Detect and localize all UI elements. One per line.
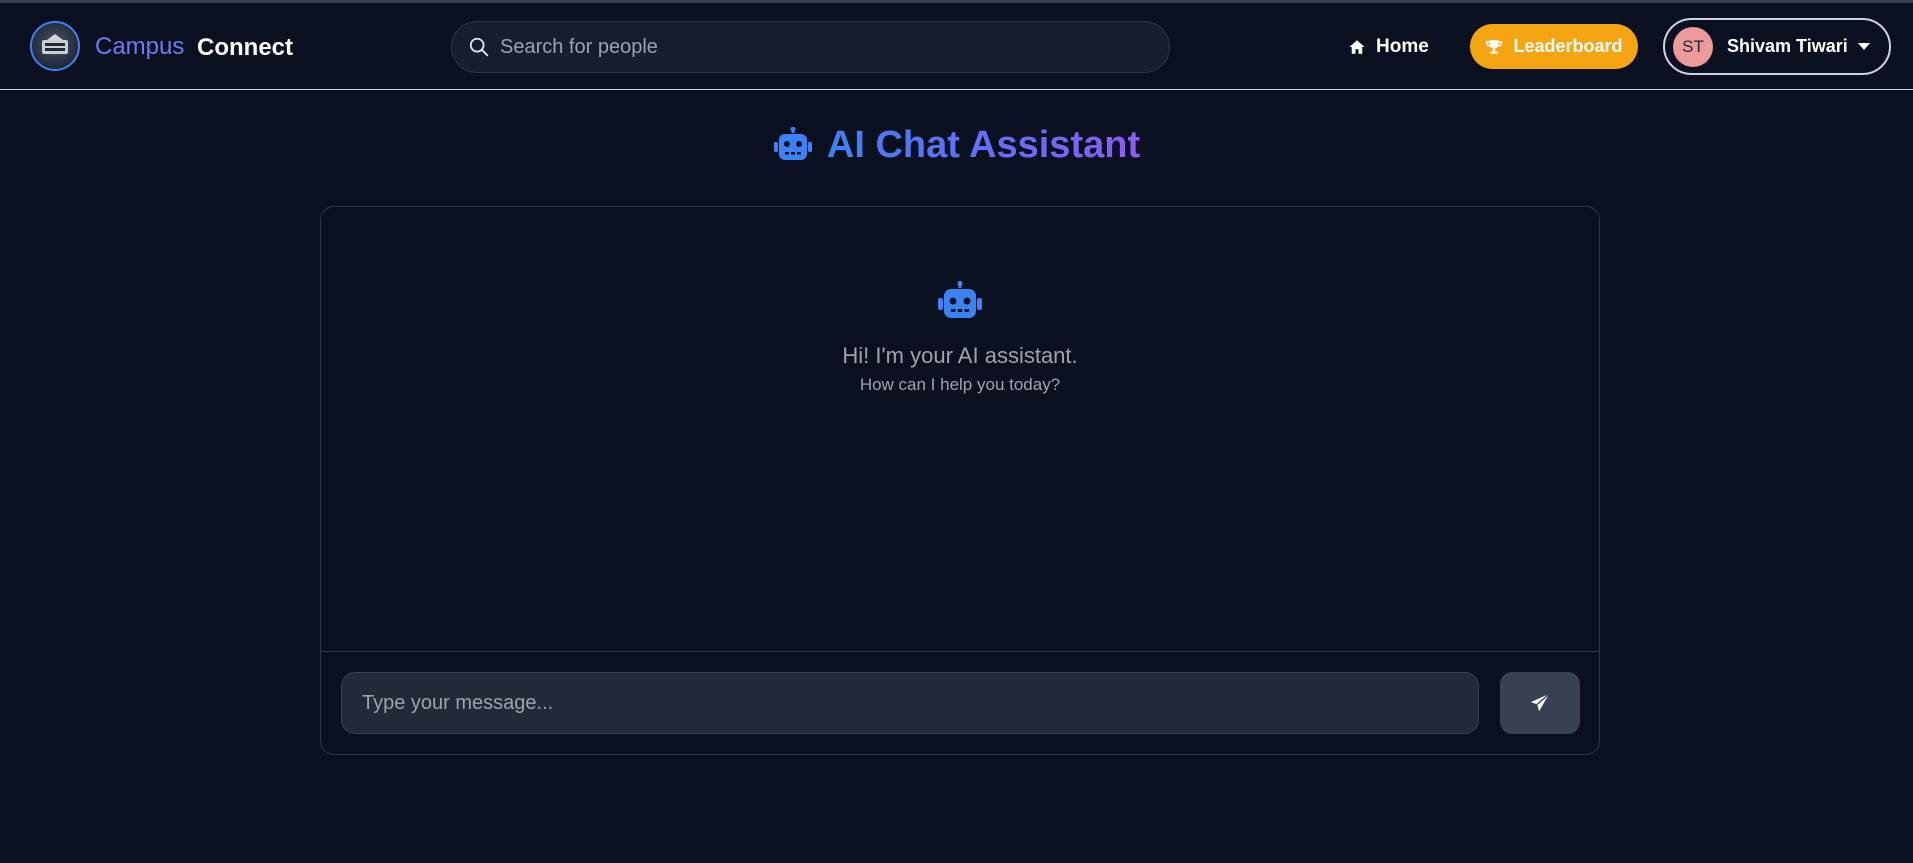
navbar: Campus Connect Home Leaderboard ST Shiva… [0,3,1913,90]
people-search[interactable] [451,21,1170,73]
robot-icon [773,127,812,160]
campus-connect-logo[interactable] [30,21,80,71]
page-title-text: AI Chat Assistant [826,123,1141,166]
chat-messages-area[interactable]: Hi! I'm your AI assistant. How can I hel… [321,207,1599,652]
chevron-down-icon [1858,43,1870,50]
message-input[interactable] [341,672,1479,734]
search-input[interactable] [500,22,1150,72]
user-menu-dropdown[interactable]: ST Shivam Tiwari [1663,18,1891,75]
chat-panel: Hi! I'm your AI assistant. How can I hel… [320,206,1600,755]
nav-home-label: Home [1376,36,1429,57]
send-icon [1530,693,1550,712]
user-name: Shivam Tiwari [1727,36,1848,56]
avatar: ST [1673,27,1713,67]
leaderboard-label: Leaderboard [1513,36,1623,56]
page-title: AI Chat Assistant [0,120,1913,170]
trophy-icon [1486,39,1503,54]
logo-emblem-icon [42,34,68,54]
robot-icon [938,281,982,318]
search-icon [469,37,489,57]
send-button[interactable] [1500,672,1580,734]
welcome-subtitle: How can I help you today? [859,375,1061,394]
brand-connect[interactable]: Connect [197,34,293,62]
home-icon [1349,40,1365,54]
brand-campus[interactable]: Campus [95,33,184,61]
leaderboard-button[interactable]: Leaderboard [1470,24,1638,69]
welcome-title: Hi! I'm your AI assistant. [842,343,1078,368]
nav-home-link[interactable]: Home [1348,30,1429,64]
